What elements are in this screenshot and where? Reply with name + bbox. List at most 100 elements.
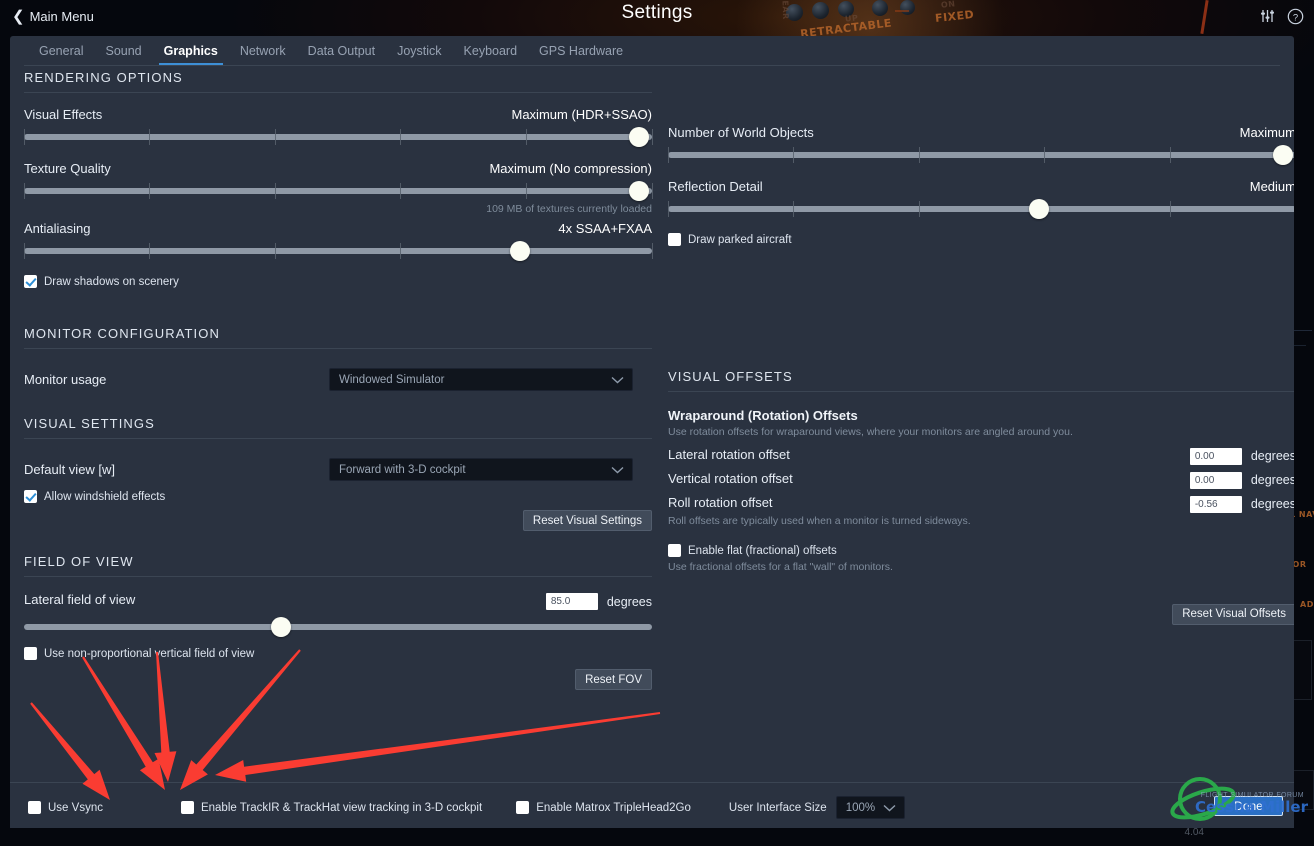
slider-value: Maximum <box>1239 125 1294 140</box>
slider-handle[interactable] <box>629 181 650 201</box>
draw-parked-aircraft-checkbox[interactable]: Draw parked aircraft <box>668 233 1294 246</box>
slider-tick <box>149 129 151 145</box>
default-view-label: Default view [w] <box>24 462 116 477</box>
bottom-checkbox-enable-trackir-trackhat-view-tracking-in-3-d-cockpit[interactable]: Enable TrackIR & TrackHat view tracking … <box>180 801 482 814</box>
slider-handle[interactable] <box>629 127 650 147</box>
slider-tick <box>1044 147 1046 163</box>
slider-control[interactable] <box>23 241 653 261</box>
slider-track <box>668 206 1294 212</box>
rotation-offset-label: Vertical rotation offset <box>668 470 793 486</box>
tab-label: Graphics <box>163 43 218 58</box>
tab-graphics[interactable]: Graphics <box>153 36 229 65</box>
dropdown-value: Windowed Simulator <box>339 373 445 386</box>
reset-visual-offsets-row: Reset Visual Offsets <box>668 603 1294 625</box>
rotation-offset-input[interactable]: -0.56 <box>1189 495 1242 513</box>
monitor-usage-label: Monitor usage <box>24 372 107 387</box>
monitor-configuration-title: MONITOR CONFIGURATION <box>24 326 220 341</box>
slider-control[interactable] <box>23 127 653 147</box>
lateral-fov-row: Lateral field of view 85.0 degrees <box>24 592 652 610</box>
tab-joystick[interactable]: Joystick <box>386 36 452 65</box>
rotation-offset-input[interactable]: 0.00 <box>1189 471 1242 489</box>
section-divider <box>24 348 652 349</box>
slider-control[interactable] <box>23 181 653 201</box>
slider-value: Medium <box>1249 179 1294 194</box>
monitor-usage-dropdown[interactable]: Windowed Simulator <box>329 368 633 391</box>
rendering-left-sliders: Visual Effects Maximum (HDR+SSAO) Texture … <box>23 107 653 261</box>
slider-row: Texture Quality Maximum (No compression) 1… <box>23 161 653 215</box>
slider-handle[interactable] <box>1028 199 1049 219</box>
reset-visual-settings-button[interactable]: Reset Visual Settings <box>522 510 652 531</box>
reset-visual-offsets-button[interactable]: Reset Visual Offsets <box>1172 603 1294 625</box>
tab-keyboard[interactable]: Keyboard <box>453 36 529 65</box>
slider-tick <box>918 147 920 163</box>
slider-label-row: Texture Quality Maximum (No compression) <box>24 161 652 176</box>
section-divider <box>24 92 652 93</box>
sliders-icon[interactable] <box>1259 9 1276 24</box>
slider-row: Reflection Detail Medium <box>667 179 1294 219</box>
slider-row: Antialiasing 4x SSAA+FXAA <box>23 221 653 261</box>
checkbox-label: Use non-proportional vertical field of v… <box>44 647 255 660</box>
allow-windshield-effects-checkbox[interactable]: Allow windshield effects <box>24 490 652 503</box>
slider-label: Visual Effects <box>24 107 103 122</box>
enable-flat-offsets-checkbox[interactable]: Enable flat (fractional) offsets <box>668 544 1294 558</box>
slider-label-row: Antialiasing 4x SSAA+FXAA <box>24 221 652 236</box>
visual-settings-title: VISUAL SETTINGS <box>24 416 155 431</box>
slider-tick <box>651 243 653 259</box>
default-view-dropdown[interactable]: Forward with 3-D cockpit <box>329 458 633 481</box>
slider-handle[interactable] <box>510 241 531 261</box>
lateral-fov-input[interactable]: 85.0 <box>545 593 598 610</box>
right-column: Number of World Objects Maximum Reflection… <box>667 70 1294 625</box>
tab-gps-hardware[interactable]: GPS Hardware <box>528 36 634 65</box>
checkbox-box <box>180 801 194 814</box>
slider-label: Texture Quality <box>24 161 111 176</box>
backdrop-label: ADF <box>1300 600 1314 609</box>
draw-shadows-checkbox[interactable]: Draw shadows on scenery <box>24 275 652 288</box>
tab-label: Keyboard <box>463 43 518 58</box>
checkbox-box <box>28 801 41 814</box>
tab-data-output[interactable]: Data Output <box>297 36 386 65</box>
tab-general[interactable]: General <box>28 36 94 65</box>
slider-tick <box>793 147 795 163</box>
help-circle-icon[interactable]: ? <box>1287 8 1304 25</box>
slider-tick <box>1169 201 1171 217</box>
slider-tick <box>525 183 527 199</box>
reset-fov-button[interactable]: Reset FOV <box>575 669 652 690</box>
roll-offset-help: Roll offsets are typically used when a m… <box>668 514 971 527</box>
lateral-fov-slider[interactable] <box>24 617 652 637</box>
slider-value: Maximum (No compression) <box>489 161 652 176</box>
bottom-bar: Use Vsync Enable TrackIR & TrackHat view … <box>10 782 1294 828</box>
slider-tick <box>274 183 276 199</box>
dropdown-value: Forward with 3-D cockpit <box>339 463 466 476</box>
page-title: Settings <box>621 2 693 23</box>
slider-tick <box>400 243 402 259</box>
slider-tick <box>400 183 402 199</box>
non-proportional-fov-checkbox[interactable]: Use non-proportional vertical field of v… <box>24 647 652 660</box>
slider-control[interactable] <box>667 199 1294 219</box>
slider-tick <box>793 201 795 217</box>
checkbox-label: Use Vsync <box>48 801 103 814</box>
slider-tick <box>667 201 669 217</box>
rotation-offset-input[interactable]: 0.00 <box>1189 447 1242 465</box>
tab-sound[interactable]: Sound <box>94 36 152 65</box>
chevron-down-icon <box>883 804 904 812</box>
ui-size-dropdown[interactable]: 100% <box>835 796 905 819</box>
checkbox-box <box>24 275 37 288</box>
rotation-offset-unit: degrees <box>1250 449 1294 464</box>
chevron-down-icon <box>611 376 632 384</box>
bottom-checkbox-use-vsync[interactable]: Use Vsync <box>28 801 103 814</box>
tab-network[interactable]: Network <box>229 36 297 65</box>
slider-handle[interactable] <box>1273 145 1294 165</box>
rotation-offset-rows: Lateral rotation offset 0.00 degrees Vertic… <box>668 447 1294 513</box>
bottom-checkbox-enable-matrox-triplehead2go[interactable]: Enable Matrox TripleHead2Go <box>516 801 691 814</box>
rotation-offset-row: Roll rotation offset -0.56 degrees <box>668 495 1294 513</box>
slider-control[interactable] <box>667 145 1294 165</box>
rotation-offset-row: Lateral rotation offset 0.00 degrees <box>668 447 1294 465</box>
slider-note: 109 MB of textures currently loaded <box>486 203 652 215</box>
slider-tick <box>400 129 402 145</box>
slider-tick <box>918 201 920 217</box>
slider-tick <box>23 129 25 145</box>
slider-handle[interactable] <box>271 617 292 637</box>
left-column: RENDERING OPTIONS Visual Effects Maximum … <box>23 70 653 690</box>
slider-tick <box>23 243 25 259</box>
reset-visual-settings-row: Reset Visual Settings <box>24 510 652 531</box>
